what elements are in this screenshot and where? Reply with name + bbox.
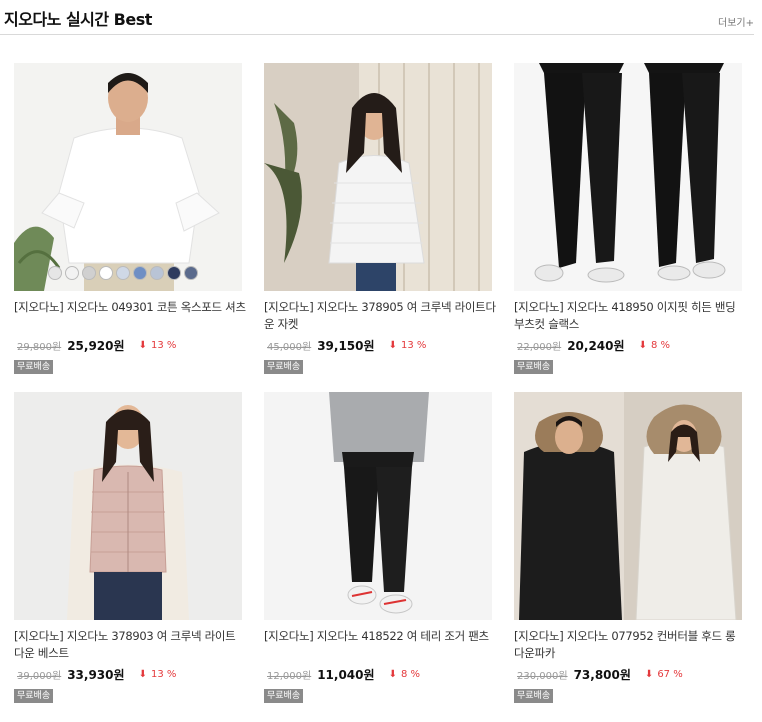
product-name[interactable]: [지오다노] 지오다노 418522 여 테리 조거 팬츠 — [264, 628, 496, 662]
sale-price: 25,920원 — [67, 338, 125, 353]
white-light-down-jacket-woman-icon — [264, 63, 492, 291]
original-price: 22,000원 — [517, 341, 562, 353]
down-arrow-icon: ⬇ — [388, 339, 397, 351]
price-row: 29,800원 25,920원 ⬇ 13 % — [14, 336, 246, 354]
product-image[interactable] — [14, 63, 242, 291]
long-down-parka-couple-icon — [514, 392, 742, 620]
free-shipping-badge: 무료배송 — [14, 360, 54, 374]
product-card[interactable]: [지오다노] 지오다노 049301 코튼 옥스포드 셔츠 29,800원 25… — [14, 63, 246, 374]
price-row: 39,000원 33,930원 ⬇ 13 % — [14, 665, 246, 683]
color-swatch — [82, 266, 96, 280]
discount-value: 13 % — [150, 668, 177, 680]
price-row: 45,000원 39,150원 ⬇ 13 % — [264, 336, 496, 354]
discount-rate: ⬇ 8 % — [639, 340, 670, 351]
discount-rate: ⬇ 8 % — [389, 669, 420, 680]
discount-value: 8 % — [650, 339, 670, 351]
sale-price: 73,800원 — [573, 667, 631, 682]
discount-value: 8 % — [400, 668, 420, 680]
down-arrow-icon: ⬇ — [638, 339, 647, 351]
product-name[interactable]: [지오다노] 지오다노 049301 코튼 옥스포드 셔츠 — [14, 299, 246, 333]
free-shipping-badge: 무료배송 — [264, 360, 304, 374]
price-row: 12,000원 11,040원 ⬇ 8 % — [264, 665, 496, 683]
free-shipping-badge: 무료배송 — [264, 689, 304, 703]
color-swatch — [167, 266, 181, 280]
product-image[interactable] — [514, 392, 742, 620]
free-shipping-badge: 무료배송 — [514, 689, 554, 703]
product-name[interactable]: [지오다노] 지오다노 378903 여 크루넥 라이트 다운 베스트 — [14, 628, 246, 662]
color-swatch — [48, 266, 62, 280]
product-card[interactable]: [지오다노] 지오다노 378903 여 크루넥 라이트 다운 베스트 39,0… — [14, 392, 246, 703]
down-arrow-icon: ⬇ — [138, 339, 147, 351]
down-arrow-icon: ⬇ — [388, 668, 397, 680]
product-image[interactable] — [264, 392, 492, 620]
color-swatch — [150, 266, 164, 280]
discount-rate: ⬇ 13 % — [139, 340, 177, 351]
product-image[interactable] — [14, 392, 242, 620]
down-arrow-icon: ⬇ — [644, 668, 654, 680]
original-price: 29,800원 — [17, 341, 62, 353]
white-oxford-shirt-man-icon — [14, 63, 242, 291]
original-price: 12,000원 — [267, 670, 312, 682]
price-row: 22,000원 20,240원 ⬇ 8 % — [514, 336, 746, 354]
sale-price: 39,150원 — [317, 338, 375, 353]
color-swatches — [48, 266, 198, 280]
product-image[interactable] — [264, 63, 492, 291]
color-swatch — [184, 266, 198, 280]
free-shipping-badge: 무료배송 — [14, 689, 54, 703]
product-card[interactable]: [지오다노] 지오다노 378905 여 크루넥 라이트다운 자켓 45,000… — [264, 63, 496, 374]
price-row: 230,000원 73,800원 ⬇ 67 % — [514, 665, 746, 683]
color-swatch — [116, 266, 130, 280]
color-swatch — [99, 266, 113, 280]
sale-price: 33,930원 — [67, 667, 125, 682]
product-card[interactable]: [지오다노] 지오다노 077952 컨버터블 후드 롱 다운파카 230,00… — [514, 392, 746, 703]
product-name[interactable]: [지오다노] 지오다노 077952 컨버터블 후드 롱 다운파카 — [514, 628, 746, 662]
sale-price: 20,240원 — [567, 338, 625, 353]
sale-price: 11,040원 — [317, 667, 375, 682]
black-jogger-pants-icon — [264, 392, 492, 620]
product-image[interactable] — [514, 63, 742, 291]
discount-value: 13 % — [400, 339, 427, 351]
black-bootcut-slacks-icon — [514, 63, 742, 291]
discount-rate: ⬇ 13 % — [139, 669, 177, 680]
product-grid: [지오다노] 지오다노 049301 코튼 옥스포드 셔츠 29,800원 25… — [0, 0, 762, 722]
original-price: 45,000원 — [267, 341, 312, 353]
down-arrow-icon: ⬇ — [138, 668, 147, 680]
discount-value: 13 % — [150, 339, 177, 351]
discount-rate: ⬇ 13 % — [389, 340, 427, 351]
free-shipping-badge: 무료배송 — [514, 360, 554, 374]
discount-rate: ⬇ 67 % — [645, 669, 683, 680]
color-swatch — [65, 266, 79, 280]
pink-down-vest-woman-icon — [14, 392, 242, 620]
color-swatch — [133, 266, 147, 280]
product-card[interactable]: [지오다노] 지오다노 418950 이지핏 히든 밴딩 부츠컷 슬랙스 22,… — [514, 63, 746, 374]
product-name[interactable]: [지오다노] 지오다노 418950 이지핏 히든 밴딩 부츠컷 슬랙스 — [514, 299, 746, 333]
original-price: 230,000원 — [517, 670, 568, 682]
product-card[interactable]: [지오다노] 지오다노 418522 여 테리 조거 팬츠 12,000원 11… — [264, 392, 496, 703]
product-name[interactable]: [지오다노] 지오다노 378905 여 크루넥 라이트다운 자켓 — [264, 299, 496, 333]
original-price: 39,000원 — [17, 670, 62, 682]
discount-value: 67 % — [657, 668, 683, 680]
